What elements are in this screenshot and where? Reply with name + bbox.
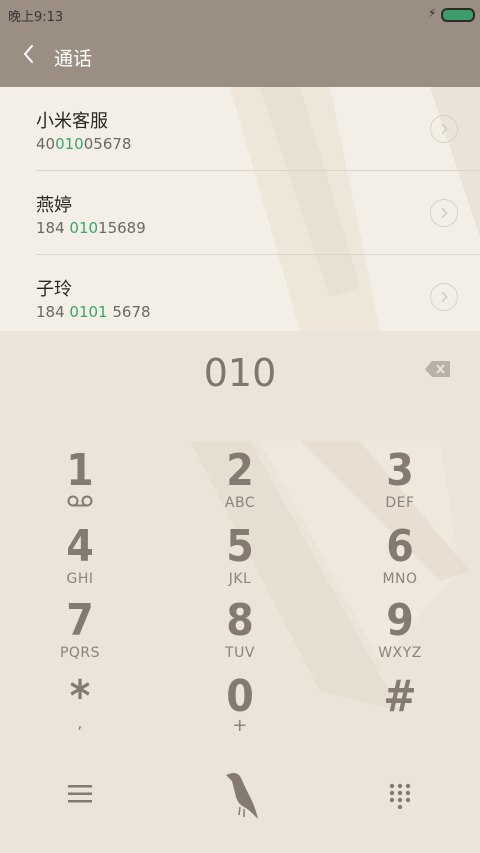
- dial-key-7[interactable]: 7 PQRS: [20, 599, 140, 671]
- contact-detail-chevron-icon[interactable]: [430, 283, 458, 311]
- dial-key-2[interactable]: 2 ABC: [180, 449, 300, 521]
- dial-key-8[interactable]: 8 TUV: [180, 599, 300, 671]
- contact-suggestion-list: 小米客服 4001005678 燕婷 184 01015689 子玲 184 0…: [0, 87, 480, 331]
- status-time: 晚上9:13: [8, 10, 64, 25]
- dial-key-hash[interactable]: #: [340, 675, 460, 747]
- dial-key-0[interactable]: 0 +: [180, 675, 300, 747]
- menu-icon[interactable]: [68, 783, 92, 805]
- contact-number: 184 0101 5678: [36, 303, 151, 321]
- contact-name: 燕婷: [36, 195, 72, 216]
- contact-name: 子玲: [36, 279, 72, 300]
- dial-key-9[interactable]: 9 WXYZ: [340, 599, 460, 671]
- dialpad-icon[interactable]: [388, 783, 412, 809]
- dial-key-3[interactable]: 3 DEF: [340, 449, 460, 521]
- dial-key-5[interactable]: 5 JKL: [180, 525, 300, 597]
- page-title: 通话: [54, 48, 93, 70]
- voicemail-icon: [67, 495, 93, 507]
- dialed-number-display: 010: [203, 351, 277, 395]
- dial-key-star[interactable]: * ,: [20, 675, 140, 747]
- app-bar: 通话: [0, 28, 480, 87]
- contact-row[interactable]: 燕婷 184 01015689: [0, 171, 480, 254]
- contact-detail-chevron-icon[interactable]: [430, 115, 458, 143]
- bird-icon[interactable]: [222, 769, 262, 823]
- contact-row[interactable]: 子玲 184 0101 5678: [0, 255, 480, 331]
- backspace-icon[interactable]: [424, 359, 452, 379]
- dial-pad-panel: 010 1 2 ABC 3 DEF 4 GHI 5 JKL 6 MNO 7 PQ…: [0, 331, 480, 853]
- status-bar: 晚上9:13 ⚡: [0, 0, 480, 28]
- back-icon[interactable]: [18, 42, 42, 66]
- contact-name: 小米客服: [36, 111, 108, 132]
- charging-icon: ⚡: [428, 6, 437, 20]
- contact-number: 4001005678: [36, 135, 132, 153]
- dial-key-1[interactable]: 1: [20, 449, 140, 521]
- contact-row[interactable]: 小米客服 4001005678: [0, 87, 480, 170]
- contact-detail-chevron-icon[interactable]: [430, 199, 458, 227]
- dial-key-4[interactable]: 4 GHI: [20, 525, 140, 597]
- dial-key-6[interactable]: 6 MNO: [340, 525, 460, 597]
- battery-icon: [441, 8, 475, 22]
- contact-number: 184 01015689: [36, 219, 146, 237]
